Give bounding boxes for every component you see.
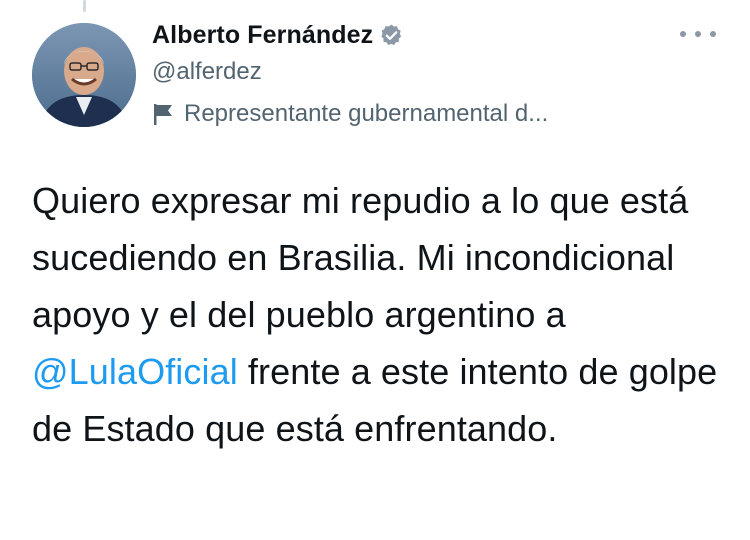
verified-badge-icon <box>379 23 404 48</box>
more-horizontal-icon-dot <box>710 31 716 37</box>
tweet-text-part: Quiero expresar mi repudio a lo que está… <box>32 180 689 335</box>
affiliation-text: Representante gubernamental d... <box>184 100 549 127</box>
more-horizontal-icon-dot <box>695 31 701 37</box>
affiliation-label-row[interactable]: Representante gubernamental d... <box>152 98 652 130</box>
thread-connector-line <box>83 0 86 12</box>
tweet-text: Quiero expresar mi repudio a lo que está… <box>32 172 722 457</box>
flag-icon <box>152 101 174 127</box>
author-handle[interactable]: @alferdez <box>152 56 652 88</box>
name-row: Alberto Fernández <box>152 18 652 52</box>
tweet-header: Alberto Fernández @alferdez Representant… <box>152 18 652 130</box>
mention-link[interactable]: @LulaOficial <box>32 351 238 392</box>
more-options-button[interactable] <box>680 24 716 44</box>
author-display-name[interactable]: Alberto Fernández <box>152 21 373 50</box>
avatar-photo <box>32 23 136 127</box>
avatar[interactable] <box>32 23 136 127</box>
more-horizontal-icon <box>680 31 686 37</box>
